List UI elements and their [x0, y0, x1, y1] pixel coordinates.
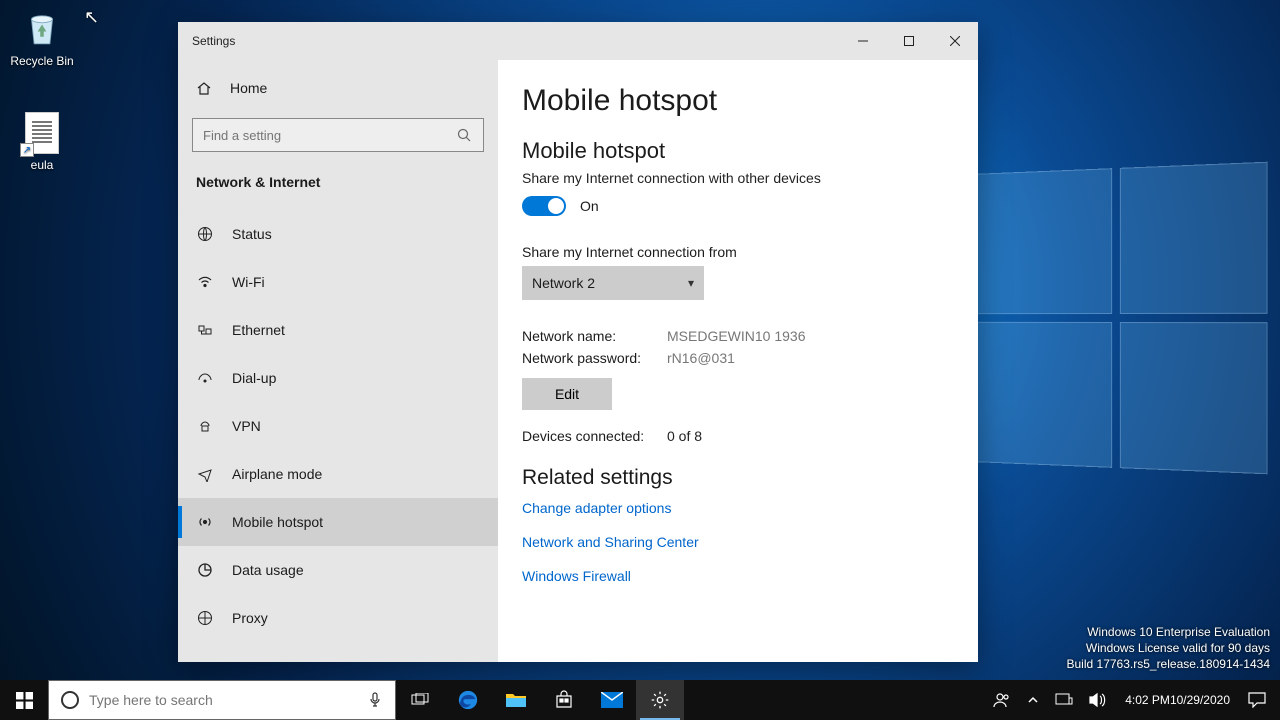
watermark-line: Build 17763.rs5_release.180914-1434 — [1067, 656, 1271, 672]
proxy-icon — [196, 610, 214, 626]
hotspot-icon — [196, 514, 214, 530]
link-windows-firewall[interactable]: Windows Firewall — [522, 568, 954, 584]
vpn-icon — [196, 418, 214, 434]
sidebar-item-label: Dial-up — [232, 370, 276, 386]
dialup-icon — [196, 370, 214, 386]
share-from-label: Share my Internet connection from — [522, 244, 954, 260]
wallpaper-windows-logo — [976, 162, 1268, 475]
sidebar-item-label: Data usage — [232, 562, 304, 578]
settings-window: Settings Home Network & Internet Status — [178, 22, 978, 662]
sidebar-item-label: Proxy — [232, 610, 268, 626]
globe-icon — [196, 226, 214, 242]
sidebar-item-wifi[interactable]: Wi-Fi — [178, 258, 498, 306]
sidebar-category: Network & Internet — [178, 152, 498, 198]
taskbar-edge[interactable] — [444, 680, 492, 720]
taskbar-mail[interactable] — [588, 680, 636, 720]
page-title: Mobile hotspot — [522, 84, 954, 118]
home-icon — [196, 80, 214, 96]
start-button[interactable] — [0, 680, 48, 720]
taskbar-settings[interactable] — [636, 680, 684, 720]
hotspot-toggle-state: On — [580, 198, 599, 214]
tray-action-center[interactable] — [1240, 680, 1274, 720]
close-button[interactable] — [932, 22, 978, 60]
sidebar-item-data-usage[interactable]: Data usage — [178, 546, 498, 594]
system-tray: 4:02 PM 10/29/2020 — [985, 680, 1280, 720]
sidebar-item-status[interactable]: Status — [178, 210, 498, 258]
network-name-label: Network name: — [522, 328, 667, 344]
data-usage-icon — [196, 562, 214, 578]
tray-overflow[interactable] — [1019, 680, 1047, 720]
desktop-icon-label: eula — [31, 158, 54, 172]
taskbar-store[interactable] — [540, 680, 588, 720]
watermark-line: Windows License valid for 90 days — [1067, 640, 1271, 656]
share-from-dropdown[interactable]: Network 2 ▾ — [522, 266, 704, 300]
recycle-bin-icon — [20, 6, 64, 50]
devices-connected-label: Devices connected: — [522, 428, 667, 444]
sidebar-home-label: Home — [230, 80, 267, 96]
text-file-icon: ↗ — [25, 112, 59, 154]
sidebar-item-label: Mobile hotspot — [232, 514, 323, 530]
tray-time: 4:02 PM — [1125, 693, 1170, 707]
desktop-icon-recycle-bin[interactable]: Recycle Bin — [4, 6, 80, 68]
sidebar-item-hotspot[interactable]: Mobile hotspot — [178, 498, 498, 546]
desktop-icon-eula[interactable]: ↗ eula — [4, 112, 80, 172]
sidebar-item-label: Airplane mode — [232, 466, 322, 482]
related-settings-title: Related settings — [522, 466, 954, 490]
edit-button[interactable]: Edit — [522, 378, 612, 410]
tray-clock[interactable]: 4:02 PM 10/29/2020 — [1115, 680, 1240, 720]
network-password-label: Network password: — [522, 350, 667, 366]
sidebar-item-ethernet[interactable]: Ethernet — [178, 306, 498, 354]
sidebar-item-label: Status — [232, 226, 272, 242]
windows-watermark: Windows 10 Enterprise Evaluation Windows… — [1067, 624, 1271, 672]
sidebar-item-airplane[interactable]: Airplane mode — [178, 450, 498, 498]
taskbar: 4:02 PM 10/29/2020 — [0, 680, 1280, 720]
sidebar-item-label: Ethernet — [232, 322, 285, 338]
sidebar-item-vpn[interactable]: VPN — [178, 402, 498, 450]
settings-sidebar: Home Network & Internet Status Wi-Fi — [178, 60, 498, 662]
settings-search[interactable] — [192, 118, 484, 152]
section-title-hotspot: Mobile hotspot — [522, 138, 954, 164]
hotspot-toggle[interactable] — [522, 196, 566, 216]
taskbar-search[interactable] — [48, 680, 396, 720]
link-network-sharing-center[interactable]: Network and Sharing Center — [522, 534, 954, 550]
sidebar-item-dialup[interactable]: Dial-up — [178, 354, 498, 402]
link-adapter-options[interactable]: Change adapter options — [522, 500, 954, 516]
ethernet-icon — [196, 322, 214, 338]
minimize-button[interactable] — [840, 22, 886, 60]
share-from-value: Network 2 — [532, 275, 595, 291]
tray-people[interactable] — [985, 680, 1019, 720]
chevron-down-icon: ▾ — [688, 276, 694, 290]
settings-search-input[interactable] — [203, 128, 457, 143]
tray-network-icon[interactable] — [1047, 680, 1081, 720]
sidebar-item-label: VPN — [232, 418, 261, 434]
taskbar-search-input[interactable] — [89, 692, 359, 708]
window-titlebar[interactable]: Settings — [178, 22, 978, 60]
sidebar-item-proxy[interactable]: Proxy — [178, 594, 498, 642]
window-title: Settings — [192, 34, 235, 48]
taskbar-task-view[interactable] — [396, 680, 444, 720]
wifi-icon — [196, 274, 214, 290]
search-icon — [457, 128, 473, 142]
network-name-value: MSEDGEWIN10 1936 — [667, 328, 806, 344]
shortcut-overlay-icon: ↗ — [20, 143, 34, 157]
airplane-icon — [196, 466, 214, 482]
watermark-line: Windows 10 Enterprise Evaluation — [1067, 624, 1271, 640]
hotspot-description: Share my Internet connection with other … — [522, 170, 954, 186]
tray-volume-icon[interactable] — [1081, 680, 1115, 720]
tray-date: 10/29/2020 — [1170, 693, 1230, 707]
devices-connected-value: 0 of 8 — [667, 428, 702, 444]
taskbar-file-explorer[interactable] — [492, 680, 540, 720]
network-password-value: rN16@031 — [667, 350, 735, 366]
sidebar-item-label: Wi-Fi — [232, 274, 265, 290]
mic-icon[interactable] — [369, 692, 383, 708]
desktop-icon-label: Recycle Bin — [10, 54, 73, 68]
maximize-button[interactable] — [886, 22, 932, 60]
cortana-icon — [61, 691, 79, 709]
settings-content: Mobile hotspot Mobile hotspot Share my I… — [498, 60, 978, 662]
mouse-cursor: ↖ — [84, 7, 99, 28]
sidebar-home[interactable]: Home — [178, 68, 498, 108]
